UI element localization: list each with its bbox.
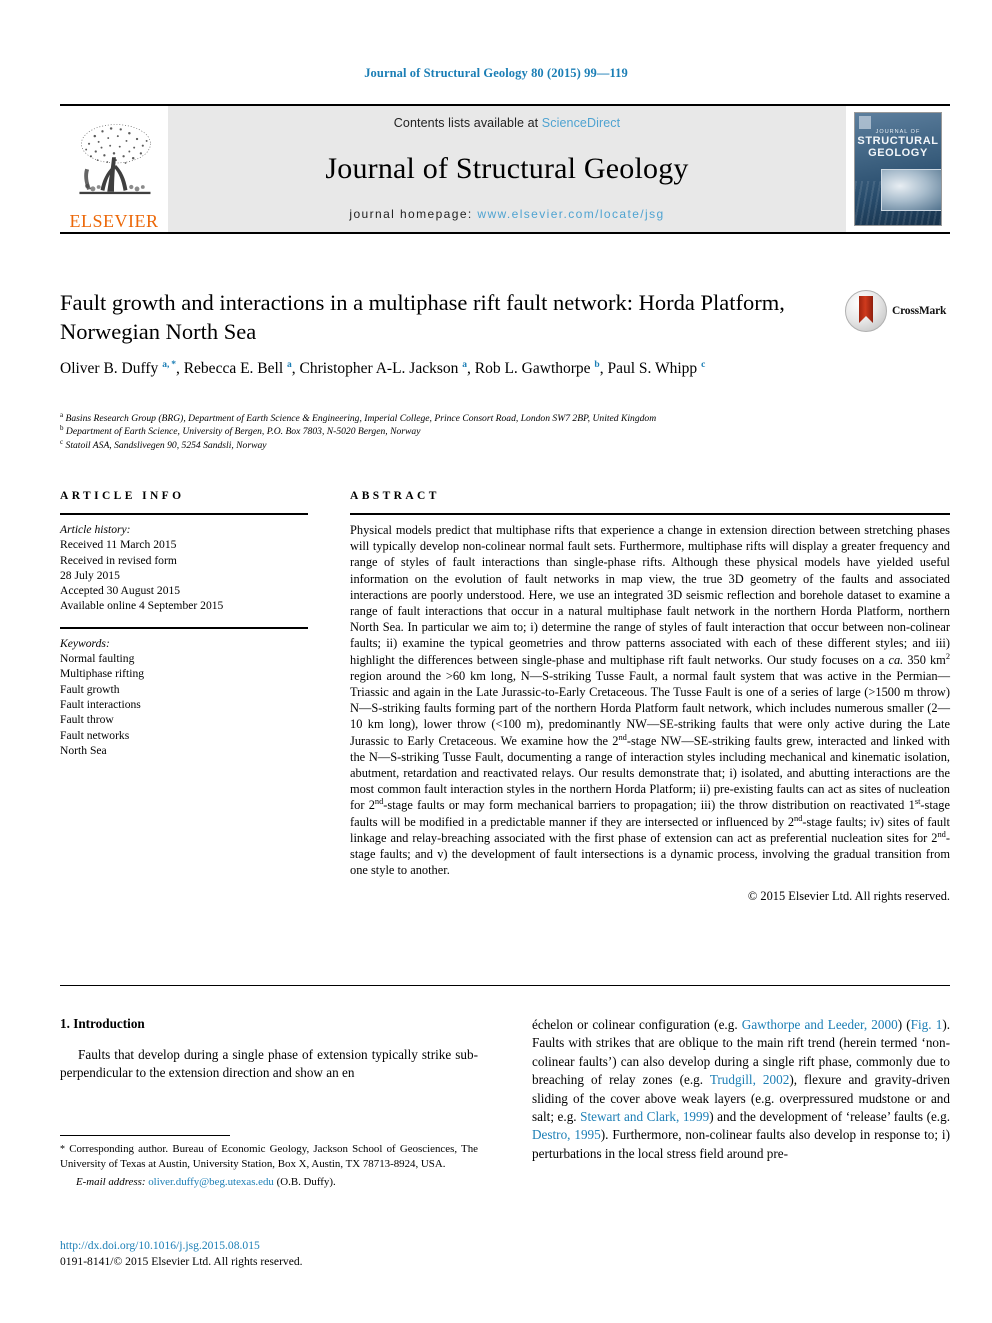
keyword-item: Multiphase rifting (60, 667, 145, 681)
affiliation-marker: b (60, 424, 64, 433)
abstract-body: Physical models predict that multiphase … (350, 523, 950, 878)
title-block: Fault growth and interactions in a multi… (60, 288, 820, 346)
affiliation-item: a Basins Research Group (BRG), Departmen… (60, 410, 940, 425)
keywords-label: Keywords: (60, 636, 110, 650)
keyword-item: Fault throw (60, 713, 114, 727)
elsevier-wordmark: ELSEVIER (69, 211, 159, 231)
footnote-rule (60, 1135, 230, 1136)
article-history-item: Accepted 30 August 2015 (60, 584, 181, 598)
cover-elsevier-mark (859, 116, 871, 129)
cover-line2: STRUCTURAL GEOLOGY (855, 135, 941, 159)
page-title: Fault growth and interactions in a multi… (60, 290, 785, 344)
keyword-item: Fault growth (60, 682, 120, 696)
author-list: Oliver B. Duffy a, *, Rebecca E. Bell a,… (60, 359, 706, 377)
elsevier-tree-icon (79, 124, 151, 195)
corresponding-author-note: * Corresponding author. Bureau of Econom… (60, 1143, 478, 1171)
abstract-column: ABSTRACT Physical models predict that mu… (308, 490, 950, 904)
paper-page: Journal of Structural Geology 80 (2015) … (0, 0, 992, 1323)
keyword-item: Fault interactions (60, 697, 141, 711)
article-history-item: Received in revised form (60, 553, 177, 567)
abstract-heading: ABSTRACT (350, 490, 440, 502)
cover-line3-text: GEOLOGY (868, 146, 928, 159)
article-history-item: Available online 4 September 2015 (60, 599, 224, 613)
article-info-column: ARTICLE INFO Article history: Received 1… (60, 490, 308, 904)
footnote-block: * Corresponding author. Bureau of Econom… (60, 1142, 478, 1189)
crossmark-ribbon-icon (859, 296, 873, 323)
section-heading-introduction: 1. Introduction (60, 1016, 145, 1031)
article-history-label: Article history: (60, 523, 131, 536)
email-label: E-mail address: (76, 1175, 146, 1188)
email-suffix: (O.B. Duffy). (276, 1175, 336, 1188)
affiliation-marker: c (60, 437, 64, 446)
abstract-bottom-rule (60, 985, 950, 986)
homepage-prefix: journal homepage: (349, 207, 478, 221)
homepage-line: journal homepage: www.elsevier.com/locat… (349, 207, 664, 221)
introduction-paragraph-right: échelon or colinear configuration (e.g. … (532, 1017, 951, 1161)
body-column-right: échelon or colinear configuration (e.g. … (532, 1016, 950, 1163)
keywords-rule (60, 626, 308, 629)
affiliation-text: Department of Earth Science, University … (65, 426, 421, 438)
issn-copyright-line: 0191-8141/© 2015 Elsevier Ltd. All right… (60, 1255, 303, 1268)
journal-cover-image: JOURNAL OF STRUCTURAL GEOLOGY (854, 112, 942, 226)
crossmark-badge[interactable]: CrossMark (845, 288, 950, 334)
info-abstract-columns: ARTICLE INFO Article history: Received 1… (60, 490, 950, 904)
journal-homepage-link[interactable]: www.elsevier.com/locate/jsg (477, 207, 664, 221)
introduction-paragraph-left: Faults that develop during a single phas… (60, 1047, 478, 1081)
running-head: Journal of Structural Geology 80 (2015) … (364, 66, 628, 80)
cover-photo-inset (881, 169, 941, 211)
abstract-rule (350, 513, 950, 515)
keyword-item: Normal faulting (60, 652, 135, 666)
journal-masthead: ELSEVIER Contents lists available at Sci… (60, 104, 950, 234)
masthead-center: Contents lists available at ScienceDirec… (168, 106, 846, 232)
article-info-rule (60, 513, 308, 515)
article-history-item: 28 July 2015 (60, 568, 120, 582)
email-note: E-mail address: oliver.duffy@beg.utexas.… (60, 1175, 478, 1189)
contents-prefix: Contents lists available at (393, 116, 542, 130)
cover-line2-text: STRUCTURAL (857, 135, 939, 147)
affiliation-text: Basins Research Group (BRG), Department … (65, 413, 657, 424)
affiliation-list: a Basins Research Group (BRG), Departmen… (60, 410, 940, 452)
article-info-heading: ARTICLE INFO (60, 490, 185, 502)
crossmark-icon (845, 290, 887, 332)
email-link[interactable]: oliver.duffy@beg.utexas.edu (148, 1176, 274, 1188)
affiliation-marker: a (60, 410, 64, 419)
keyword-item: Fault networks (60, 728, 130, 742)
journal-cover: JOURNAL OF STRUCTURAL GEOLOGY (846, 106, 950, 232)
elsevier-logo: ELSEVIER (60, 106, 168, 232)
affiliation-item: b Department of Earth Science, Universit… (60, 425, 940, 438)
journal-title: Journal of Structural Geology (325, 151, 689, 185)
doi-link[interactable]: http://dx.doi.org/10.1016/j.jsg.2015.08.… (60, 1238, 490, 1254)
sciencedirect-link[interactable]: ScienceDirect (542, 116, 620, 130)
article-history-item: Received 11 March 2015 (60, 538, 177, 552)
affiliation-text: Statoil ASA, Sandslivegen 90, 5254 Sands… (65, 439, 267, 451)
crossmark-label: CrossMark (892, 305, 947, 317)
abstract-copyright: © 2015 Elsevier Ltd. All rights reserved… (747, 889, 950, 904)
keyword-item: North Sea (60, 743, 107, 757)
affiliation-item: c Statoil ASA, Sandslivegen 90, 5254 San… (60, 437, 940, 452)
contents-line: Contents lists available at ScienceDirec… (394, 116, 620, 130)
doi-block: http://dx.doi.org/10.1016/j.jsg.2015.08.… (60, 1238, 490, 1270)
